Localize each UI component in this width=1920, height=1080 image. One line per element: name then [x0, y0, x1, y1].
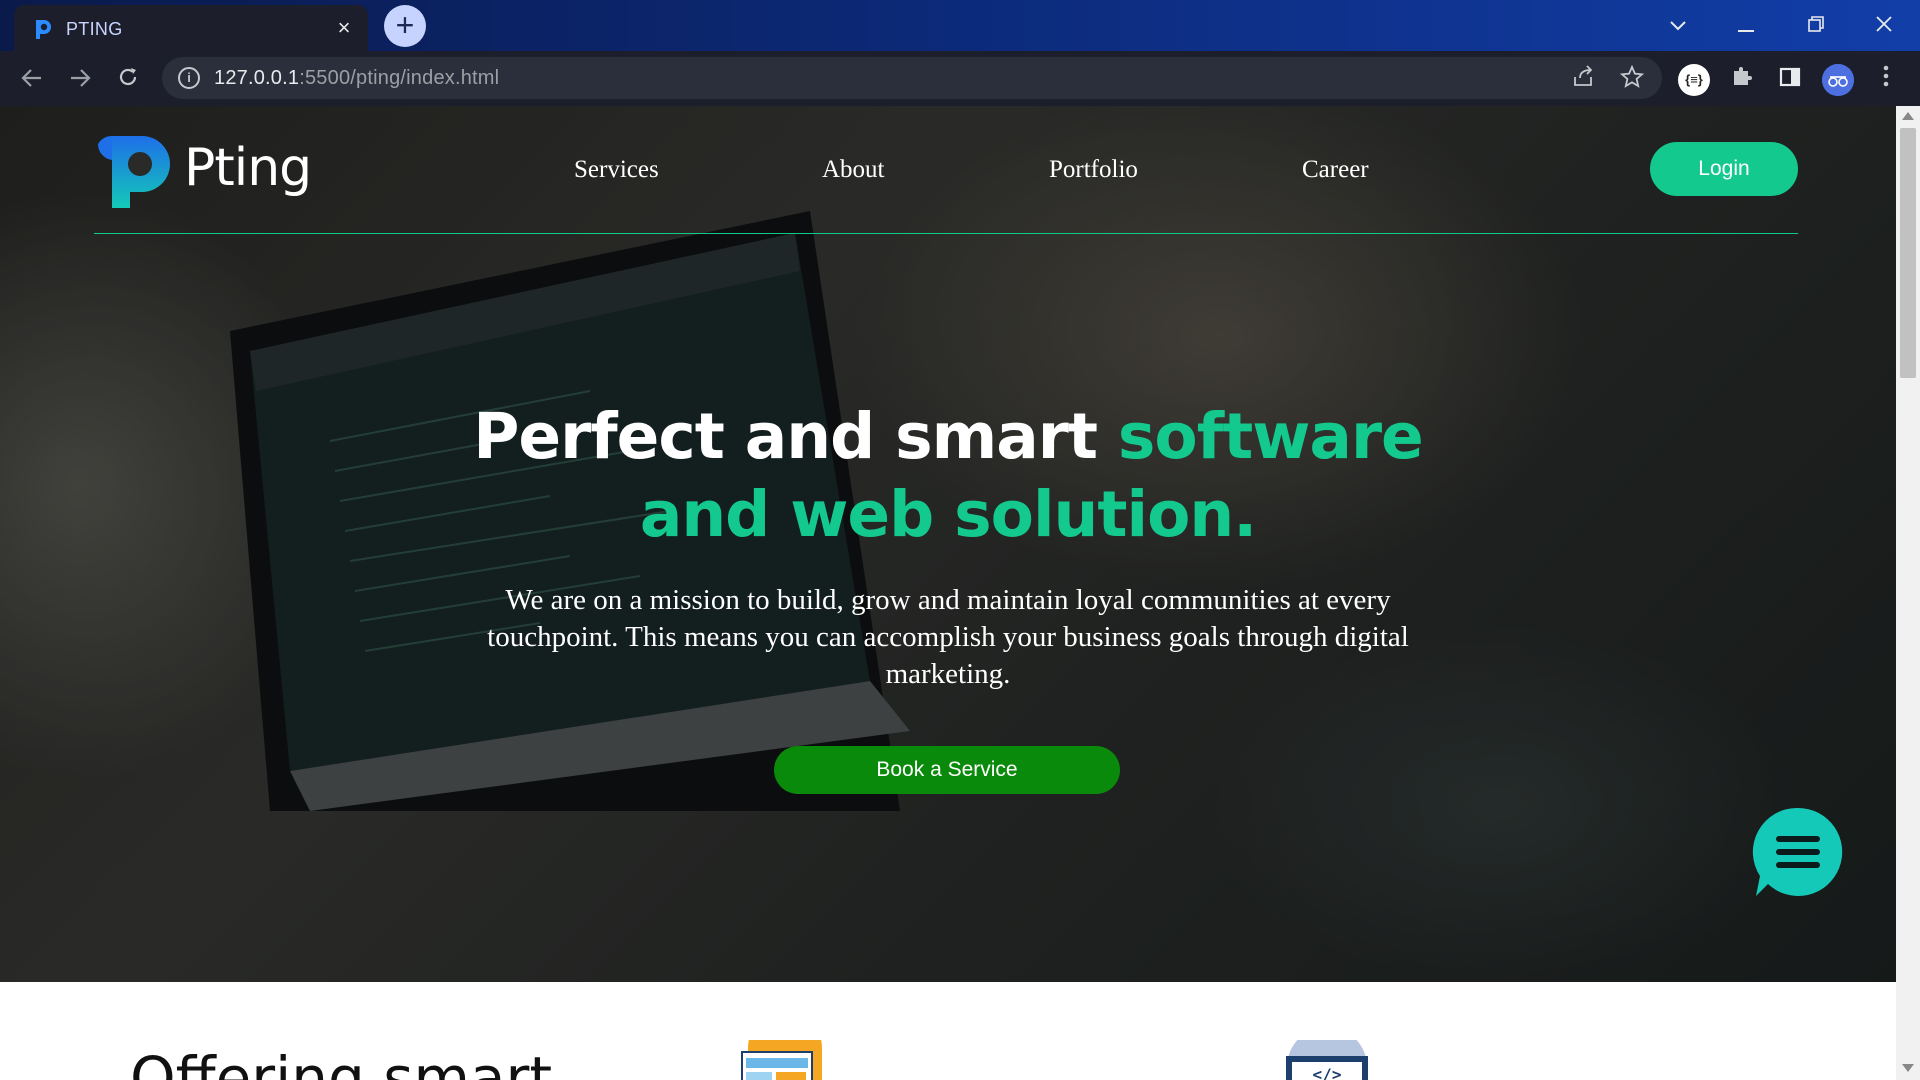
close-window-icon[interactable]: [1862, 8, 1906, 42]
new-tab-button[interactable]: +: [384, 5, 426, 47]
scroll-up-icon[interactable]: [1902, 112, 1914, 120]
puzzle-icon[interactable]: [1726, 64, 1758, 96]
hero-title: Perfect and smart software and web solut…: [473, 400, 1423, 551]
star-icon[interactable]: [1618, 64, 1646, 93]
nav-link-portfolio[interactable]: Portfolio: [1049, 156, 1138, 184]
profile-icon[interactable]: [1822, 64, 1854, 96]
hero-section: Pting Services About Portfolio Career Lo…: [0, 106, 1896, 982]
section-title: Offering smart: [130, 1044, 553, 1080]
menu-dots-icon[interactable]: [1870, 64, 1902, 96]
book-service-button[interactable]: Book a Service: [774, 746, 1120, 794]
hero-subtitle: We are on a mission to build, grow and m…: [487, 584, 1409, 690]
page-viewport: Pting Services About Portfolio Career Lo…: [0, 106, 1896, 1080]
extension-icon[interactable]: {≡}: [1678, 64, 1710, 96]
browser-toolbar: i 127.0.0.1:5500/pting/index.html {≡}: [0, 51, 1920, 106]
code-service-icon: </>: [1286, 1040, 1368, 1080]
nav-link-services[interactable]: Services: [574, 156, 659, 184]
svg-text:</>: </>: [1313, 1065, 1342, 1080]
minimize-icon[interactable]: [1724, 8, 1768, 42]
scroll-thumb[interactable]: [1900, 128, 1916, 378]
tab-search-icon[interactable]: [1656, 8, 1700, 42]
url-text[interactable]: 127.0.0.1:5500/pting/index.html: [214, 67, 499, 90]
web-design-service-icon: [741, 1040, 822, 1080]
forward-icon[interactable]: [64, 63, 96, 95]
restore-icon[interactable]: [1794, 8, 1838, 42]
services-section: Offering smart </>: [0, 982, 1896, 1080]
pting-logo-icon: [97, 135, 170, 208]
share-icon[interactable]: [1570, 65, 1598, 93]
reload-icon[interactable]: [112, 63, 144, 95]
nav-link-career[interactable]: Career: [1302, 156, 1369, 184]
info-icon[interactable]: i: [178, 67, 200, 89]
browser-tabbar: PTING × +: [0, 0, 1920, 51]
close-tab-icon[interactable]: ×: [332, 16, 356, 40]
login-button[interactable]: Login: [1650, 142, 1798, 196]
nav-link-about[interactable]: About: [822, 156, 885, 184]
scroll-down-icon[interactable]: [1902, 1064, 1914, 1072]
pting-favicon-icon: [36, 20, 51, 39]
site-header: Pting Services About Portfolio Career Lo…: [94, 106, 1798, 234]
logo-text: Pting: [184, 138, 312, 198]
browser-tab[interactable]: PTING ×: [14, 5, 368, 51]
address-bar[interactable]: i 127.0.0.1:5500/pting/index.html: [162, 57, 1662, 99]
chat-menu-icon[interactable]: [1752, 806, 1844, 898]
tab-title: PTING: [66, 19, 123, 39]
page-scrollbar[interactable]: [1896, 106, 1920, 1080]
sidepanel-icon[interactable]: [1774, 64, 1806, 96]
back-icon[interactable]: [16, 63, 48, 95]
